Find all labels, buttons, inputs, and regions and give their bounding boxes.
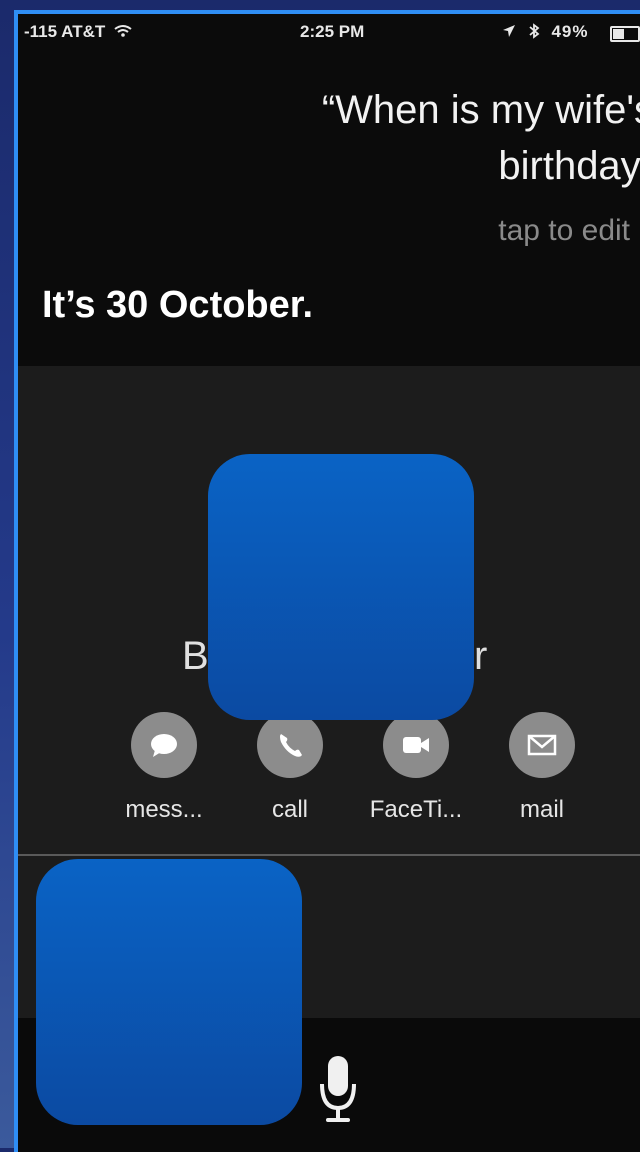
query-line-1: “When is my wife's <box>321 88 640 132</box>
siri-screen: -115 AT&T 2:25 PM 49% “When is my wife's… <box>14 10 640 1152</box>
call-label: call <box>271 796 308 823</box>
siri-query[interactable]: “When is my wife's birthday” <box>178 82 640 194</box>
wifi-icon <box>114 25 132 37</box>
status-time: 2:25 PM <box>300 22 365 41</box>
video-icon <box>383 712 449 778</box>
carrier-label: -115 AT&T <box>24 22 132 42</box>
facetime-action-button[interactable]: FaceTi... <box>356 712 476 824</box>
contact-name-start: B <box>182 634 209 678</box>
mail-label: mail <box>519 796 564 823</box>
message-label: mess... <box>125 796 203 823</box>
bluetooth-icon <box>529 23 540 39</box>
redaction-block <box>208 454 474 720</box>
tap-to-edit-link[interactable]: tap to edit <box>318 214 630 248</box>
message-action-button[interactable]: mess... <box>104 712 224 824</box>
contact-actions: mess... call FaceTi... mail <box>18 712 640 842</box>
battery-percent: 49% <box>551 22 589 41</box>
location-icon <box>503 25 515 37</box>
battery-icon <box>610 26 640 42</box>
contact-name-end: r <box>474 634 488 678</box>
call-action-button[interactable]: call <box>230 712 350 824</box>
mail-action-button[interactable]: mail <box>482 712 602 824</box>
mail-icon <box>509 712 575 778</box>
siri-answer: It’s 30 October. <box>42 284 314 326</box>
status-bar: -115 AT&T 2:25 PM 49% <box>18 14 640 52</box>
redaction-block <box>36 859 302 1125</box>
facetime-label: FaceTi... <box>369 796 463 823</box>
microphone-icon[interactable] <box>318 1054 358 1128</box>
status-right: 49% <box>502 22 589 42</box>
query-line-2: birthday” <box>498 144 640 188</box>
phone-icon <box>257 712 323 778</box>
message-icon <box>131 712 197 778</box>
